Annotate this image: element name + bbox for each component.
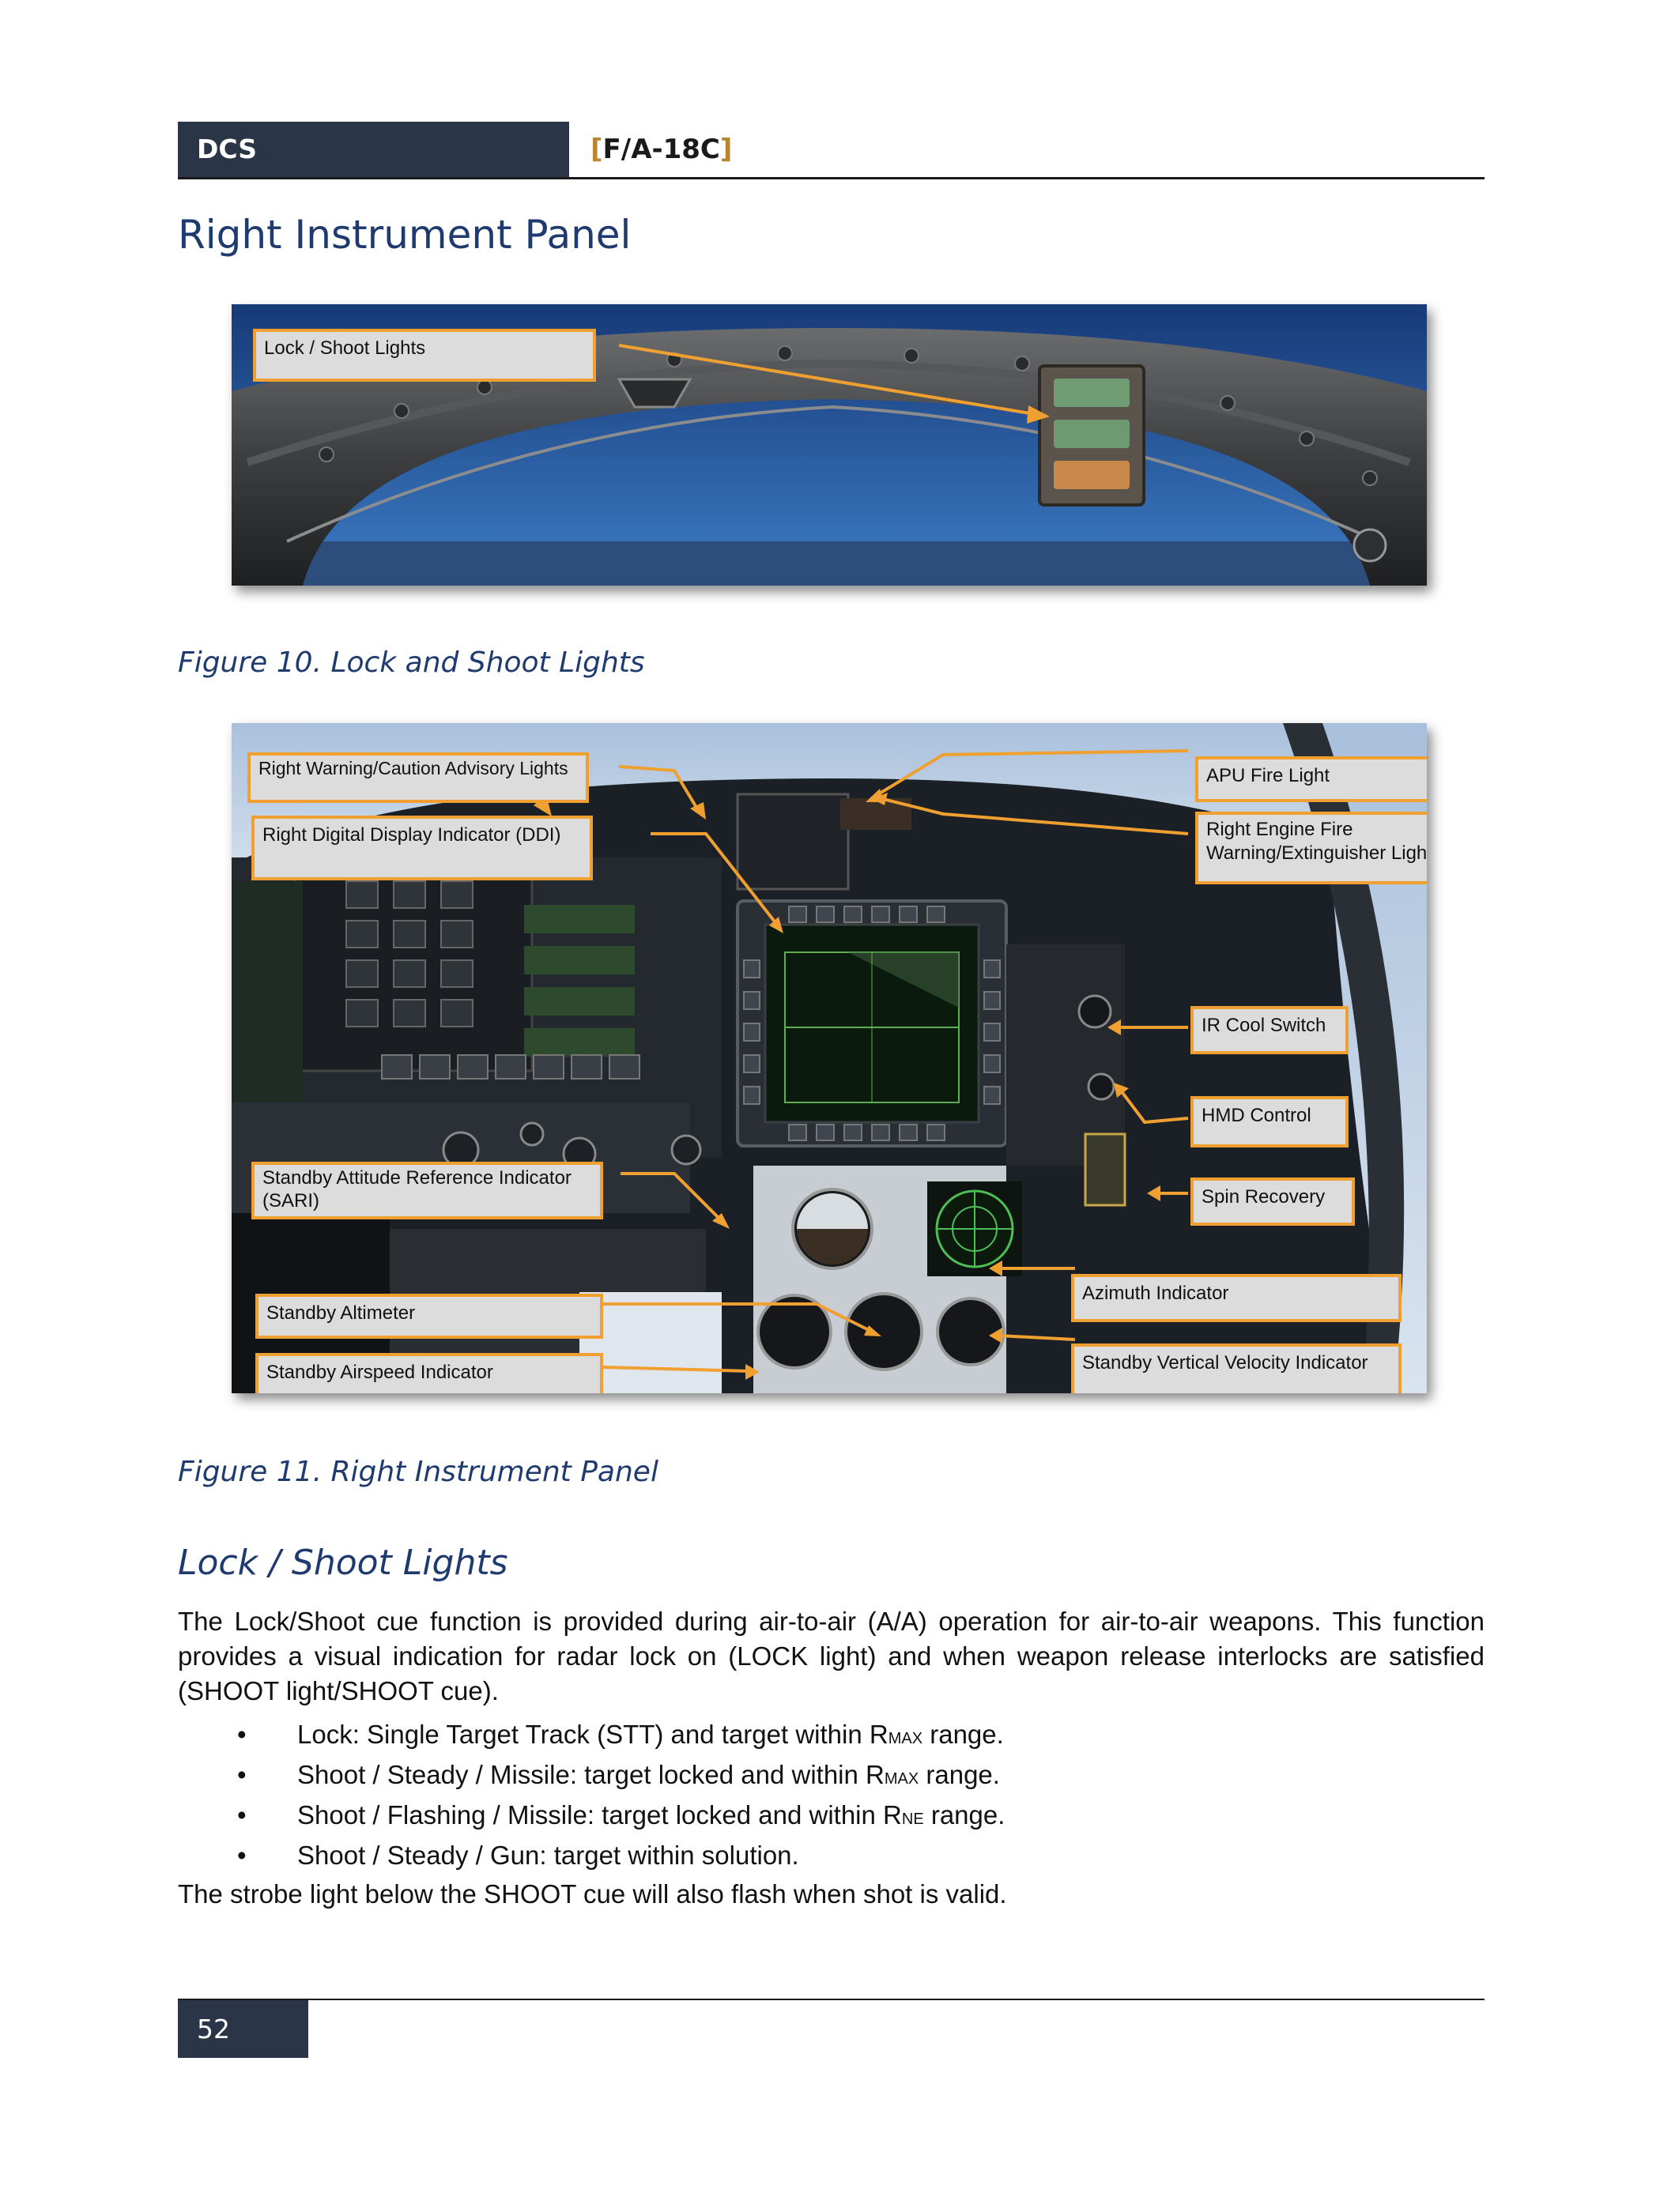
callout-standby-airspeed: Standby Airspeed Indicator: [255, 1353, 603, 1393]
callout-spin-recovery: Spin Recovery: [1190, 1178, 1355, 1226]
callout-sari: Standby Attitude Reference Indicator (SA…: [251, 1162, 603, 1219]
page-number: 52: [178, 2000, 308, 2058]
section-outro-paragraph: The strobe light below the SHOOT cue wil…: [178, 1879, 1007, 1909]
callout-lock-shoot-lights: Lock / Shoot Lights: [253, 329, 596, 382]
figure-lock-shoot-lights: Lock / Shoot Lights: [232, 304, 1427, 586]
bullet-text: Shoot / Flashing / Missile: target locke…: [297, 1800, 902, 1830]
figure11-caption: Figure 11. Right Instrument Panel: [178, 1456, 658, 1488]
callout-hmd-control: HMD Control: [1190, 1096, 1349, 1147]
header-doc-label: DCS: [178, 122, 569, 177]
bullet-text-end: range.: [923, 1800, 1005, 1830]
list-item: Shoot / Steady / Missile: target locked …: [237, 1757, 1005, 1797]
bullet-subscript: MAX: [888, 1730, 923, 1747]
callout-standby-altimeter: Standby Altimeter: [255, 1294, 603, 1339]
footer-rule: [178, 1999, 1485, 2000]
list-item: Shoot / Flashing / Missile: target locke…: [237, 1797, 1005, 1837]
callout-apu-fire: APU Fire Light: [1195, 756, 1427, 802]
header-aircraft-name: F/A-18C: [602, 134, 720, 165]
callout-engine-fire: Right Engine Fire Warning/Extinguisher L…: [1195, 812, 1427, 884]
bullet-text-end: range.: [922, 1720, 1004, 1749]
bullet-text: Shoot / Steady / Missile: target locked …: [297, 1760, 885, 1789]
bullet-text-end: range.: [919, 1760, 1000, 1789]
callout-right-warning-caution: Right Warning/Caution Advisory Lights: [247, 752, 589, 803]
callout-right-ddi: Right Digital Display Indicator (DDI): [251, 816, 593, 880]
figure10-caption: Figure 10. Lock and Shoot Lights: [178, 646, 645, 679]
list-item: Lock: Single Target Track (STT) and targ…: [237, 1716, 1005, 1757]
bullet-text: Lock: Single Target Track (STT) and targ…: [297, 1720, 888, 1749]
section-heading: Lock / Shoot Lights: [178, 1543, 508, 1583]
section-intro-paragraph: The Lock/Shoot cue function is provided …: [178, 1607, 1485, 1705]
list-item: Shoot / Steady / Gun: target within solu…: [237, 1837, 1005, 1878]
bullet-subscript: MAX: [884, 1770, 919, 1788]
figure-right-instrument-panel: Right Warning/Caution Advisory Lights Ri…: [232, 723, 1427, 1393]
criteria-list: Lock: Single Target Track (STT) and targ…: [237, 1716, 1005, 1878]
callout-standby-vvi: Standby Vertical Velocity Indicator: [1071, 1343, 1402, 1393]
callout-azimuth-indicator: Azimuth Indicator: [1071, 1274, 1402, 1322]
callout-ir-cool: IR Cool Switch: [1190, 1006, 1349, 1054]
header-rule: [178, 177, 1485, 179]
bullet-subscript: NE: [901, 1811, 924, 1828]
header-aircraft-title: [F/A-18C]: [590, 134, 733, 165]
bullet-text: Shoot / Steady / Gun: target within solu…: [297, 1841, 799, 1870]
page-title: Right Instrument Panel: [178, 212, 632, 258]
